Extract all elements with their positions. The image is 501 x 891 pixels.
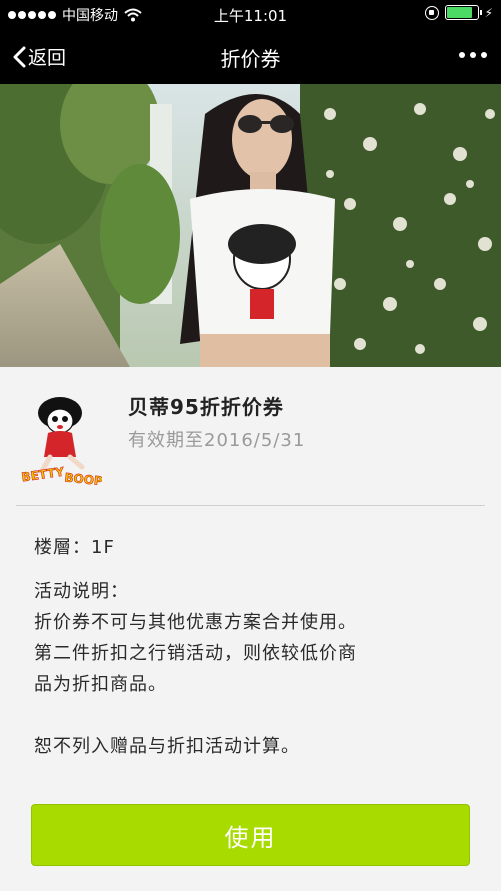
description-line: 折价券不可与其他优惠方案合并使用。 xyxy=(34,612,357,633)
description-line: 恕不列入赠品与折扣活动计算。 xyxy=(34,736,300,757)
description-line: 第二件折扣之行销活动，则依较低价商 xyxy=(34,643,357,664)
back-label: 返回 xyxy=(28,47,67,69)
coupon-details: 楼層：1F 活动说明： 折价券不可与其他优惠方案合并使用。 第二件折扣之行销活动… xyxy=(0,506,501,762)
use-button[interactable]: 使用 xyxy=(31,804,470,866)
description-heading: 活动说明： xyxy=(34,581,129,602)
back-button[interactable]: 返回 xyxy=(12,43,66,70)
page-title: 折价券 xyxy=(220,47,281,71)
hero-image xyxy=(0,84,501,367)
battery-level xyxy=(446,7,473,18)
nav-bar: 返回 折价券 xyxy=(0,28,501,84)
hero-photo xyxy=(0,84,501,367)
charging-icon: ⚡ xyxy=(484,5,493,20)
status-bar: 中国移动 上午11:01 ⚡ xyxy=(0,0,501,28)
coupon-title: 贝蒂95折折价券 xyxy=(128,395,284,419)
svg-text:BOOP: BOOP xyxy=(64,470,102,487)
brand-logo: BETTY BOOP xyxy=(20,397,102,487)
more-button[interactable] xyxy=(459,52,487,58)
coupon-validity: 有效期至2016/5/31 xyxy=(128,430,306,451)
divider xyxy=(16,505,485,506)
battery-icon xyxy=(444,5,482,20)
chevron-left-icon xyxy=(13,46,26,67)
rotation-lock-icon xyxy=(424,5,439,20)
use-button-label: 使用 xyxy=(224,823,277,852)
coupon-header: BETTY BOOP 贝蒂95折折价券 有效期至2016/5/31 xyxy=(0,367,501,506)
description-line: 品为折扣商品。 xyxy=(34,674,167,695)
floor-info: 楼層：1F xyxy=(34,537,115,558)
svg-text:BETTY: BETTY xyxy=(21,465,66,485)
status-right: ⚡ xyxy=(424,5,493,20)
more-icon xyxy=(459,52,465,58)
